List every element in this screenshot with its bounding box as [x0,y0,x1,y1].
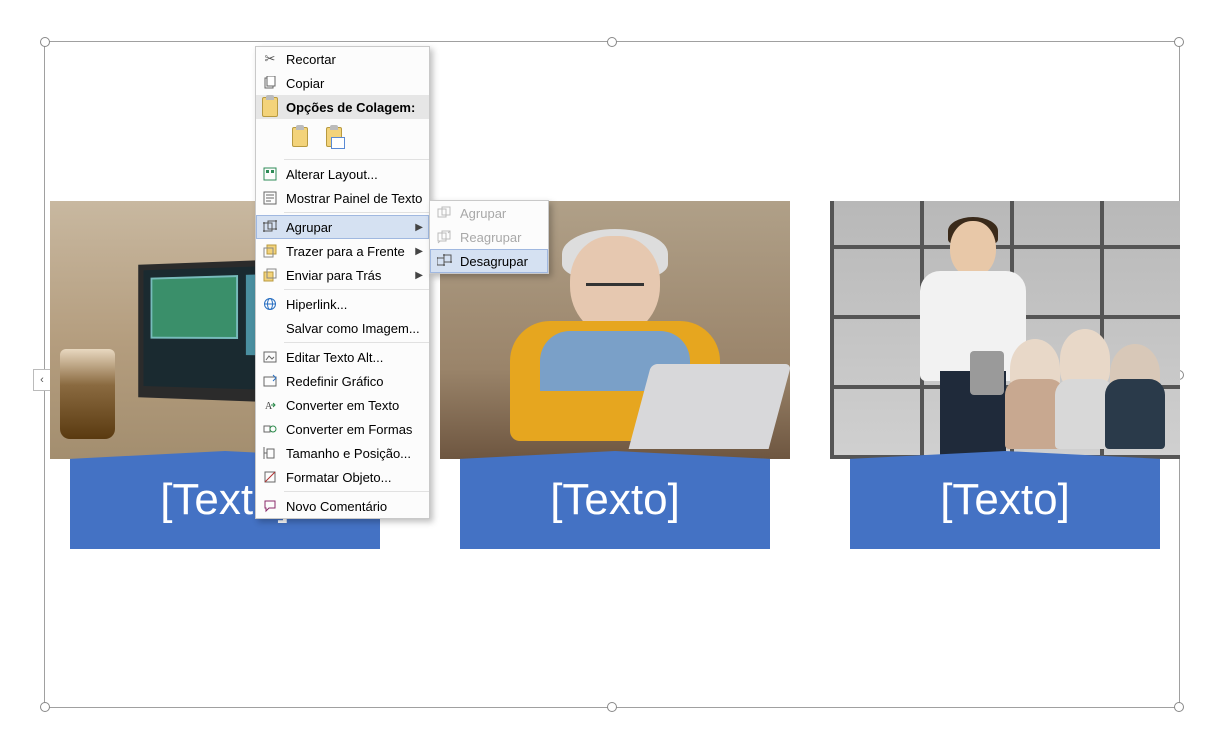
smartart-item-3[interactable]: [Texto] [830,201,1180,561]
clipboard-picture-icon [326,127,342,147]
context-menu: ✂ Recortar Copiar Opções de Colagem: Alt… [255,46,430,519]
submenu-item-group: Agrupar [430,201,548,225]
submenu-arrow-icon: ▶ [415,246,423,257]
svg-text:A: A [265,401,273,412]
hyperlink-icon [260,295,280,313]
caption-text[interactable]: [Texto] [940,475,1070,525]
layout-icon [260,165,280,183]
menu-item-convert-text[interactable]: A Converter em Texto [256,393,429,417]
smartart-graphic[interactable]: [Texto] [Texto] [Texto] [50,201,1180,561]
ungroup-icon [434,252,454,270]
paste-options-row [256,119,429,157]
menu-item-hyperlink[interactable]: Hiperlink... [256,292,429,316]
submenu-group: Agrupar Reagrupar Desagrupar [429,200,549,274]
submenu-arrow-icon: ▶ [415,222,423,233]
menu-item-format-object[interactable]: Formatar Objeto... [256,465,429,489]
convert-shapes-icon [260,420,280,438]
chevron-left-icon: ‹ [40,374,44,386]
menu-item-show-text-pane[interactable]: Mostrar Painel de Texto [256,186,429,210]
resize-handle-tm[interactable] [607,37,617,47]
menu-item-edit-alt-text[interactable]: Editar Texto Alt... [256,345,429,369]
caption-text[interactable]: [Texto] [550,475,680,525]
menu-item-cut[interactable]: ✂ Recortar [256,47,429,71]
submenu-item-ungroup[interactable]: Desagrupar [430,249,548,273]
menu-item-size-position[interactable]: Tamanho e Posição... [256,441,429,465]
group-icon [260,218,280,236]
alt-text-icon [260,348,280,366]
resize-handle-bl[interactable] [40,702,50,712]
separator [284,342,429,343]
text-pane-icon [260,189,280,207]
submenu-item-regroup: Reagrupar [430,225,548,249]
menu-item-copy[interactable]: Copiar [256,71,429,95]
menu-item-change-layout[interactable]: Alterar Layout... [256,162,429,186]
bring-front-icon [260,242,280,260]
menu-item-reset-graphic[interactable]: Redefinir Gráfico [256,369,429,393]
reset-icon [260,372,280,390]
group-icon [434,204,454,222]
menu-item-convert-shapes[interactable]: Converter em Formas [256,417,429,441]
cut-icon: ✂ [260,50,280,68]
menu-item-new-comment[interactable]: Novo Comentário [256,494,429,518]
separator [284,491,429,492]
menu-item-send-back[interactable]: Enviar para Trás ▶ [256,263,429,287]
paste-icon [260,98,280,116]
menu-item-save-as-image[interactable]: Salvar como Imagem... [256,316,429,340]
paste-option-picture[interactable] [320,123,348,151]
separator [284,289,429,290]
menu-item-group[interactable]: Agrupar ▶ [256,215,429,239]
menu-header-paste-options: Opções de Colagem: [256,95,429,119]
format-object-icon [260,468,280,486]
copy-icon [260,74,280,92]
separator [284,212,429,213]
regroup-icon [434,228,454,246]
size-position-icon [260,444,280,462]
submenu-arrow-icon: ▶ [415,270,423,281]
save-image-icon [260,319,280,337]
menu-item-bring-front[interactable]: Trazer para a Frente ▶ [256,239,429,263]
comment-icon [260,497,280,515]
caption-shape-3[interactable]: [Texto] [850,451,1160,549]
resize-handle-br[interactable] [1174,702,1184,712]
resize-handle-tr[interactable] [1174,37,1184,47]
resize-handle-bm[interactable] [607,702,617,712]
separator [284,159,429,160]
send-back-icon [260,266,280,284]
text-pane-toggle[interactable]: ‹ [33,369,51,391]
picture-placeholder-3[interactable] [830,201,1180,459]
convert-text-icon: A [260,396,280,414]
resize-handle-tl[interactable] [40,37,50,47]
paste-option-keep-source[interactable] [286,123,314,151]
caption-shape-2[interactable]: [Texto] [460,451,770,549]
clipboard-icon [292,127,308,147]
